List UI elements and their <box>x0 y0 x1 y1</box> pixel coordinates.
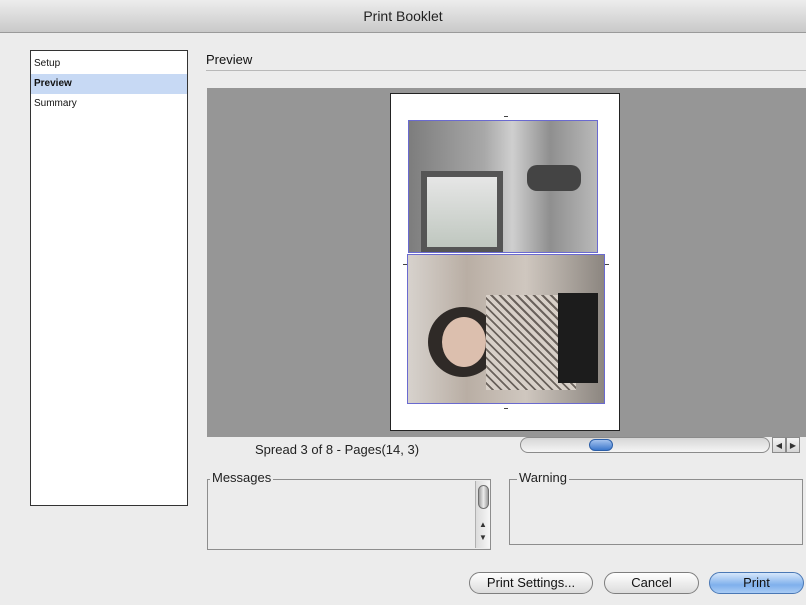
sidebar-item-summary[interactable]: Summary <box>31 94 187 114</box>
sidebar-item-label: Setup <box>34 58 61 69</box>
print-settings-button[interactable]: Print Settings... <box>469 572 593 594</box>
sidebar-item-preview[interactable]: Preview <box>31 74 187 94</box>
spread-label: Spread 3 of 8 - Pages(14, 3) <box>255 442 420 457</box>
print-button[interactable]: Print <box>709 572 804 594</box>
sidebar: Setup Preview Summary <box>30 50 188 506</box>
preview-area <box>207 88 806 437</box>
doorway-image <box>421 171 503 252</box>
scroll-thumb[interactable] <box>478 485 489 509</box>
sidebar-item-label: Summary <box>34 98 77 109</box>
messages-label: Messages <box>210 470 274 485</box>
window-title: Print Booklet <box>363 8 443 24</box>
scroll-up-icon[interactable]: ▲ <box>477 519 489 531</box>
scroll-right-icon[interactable]: ▶ <box>786 437 800 453</box>
figure-image <box>527 165 581 191</box>
section-title: Preview <box>206 52 253 67</box>
scroll-thumb[interactable] <box>589 439 613 451</box>
crop-mark <box>504 116 508 117</box>
portrait-face <box>442 317 486 367</box>
booklet-page-preview <box>390 93 620 431</box>
scroll-left-icon[interactable]: ◀ <box>772 437 786 453</box>
section-divider <box>206 70 806 71</box>
photo-frame-top <box>408 120 598 253</box>
crop-mark <box>605 264 609 265</box>
warning-box <box>509 479 803 545</box>
scroll-down-icon[interactable]: ▼ <box>477 532 489 544</box>
crop-mark <box>403 264 407 265</box>
cancel-button[interactable]: Cancel <box>604 572 699 594</box>
spread-scrollbar[interactable] <box>520 437 770 453</box>
portrait-arm <box>558 293 598 383</box>
sidebar-item-label: Preview <box>34 78 72 89</box>
messages-box <box>207 479 491 550</box>
crop-mark <box>504 408 508 409</box>
window-titlebar: Print Booklet <box>0 0 806 33</box>
photo-frame-bottom <box>407 254 605 404</box>
messages-scrollbar[interactable]: ▲ ▼ <box>475 481 490 548</box>
sidebar-item-setup[interactable]: Setup <box>31 54 187 74</box>
warning-label: Warning <box>517 470 569 485</box>
